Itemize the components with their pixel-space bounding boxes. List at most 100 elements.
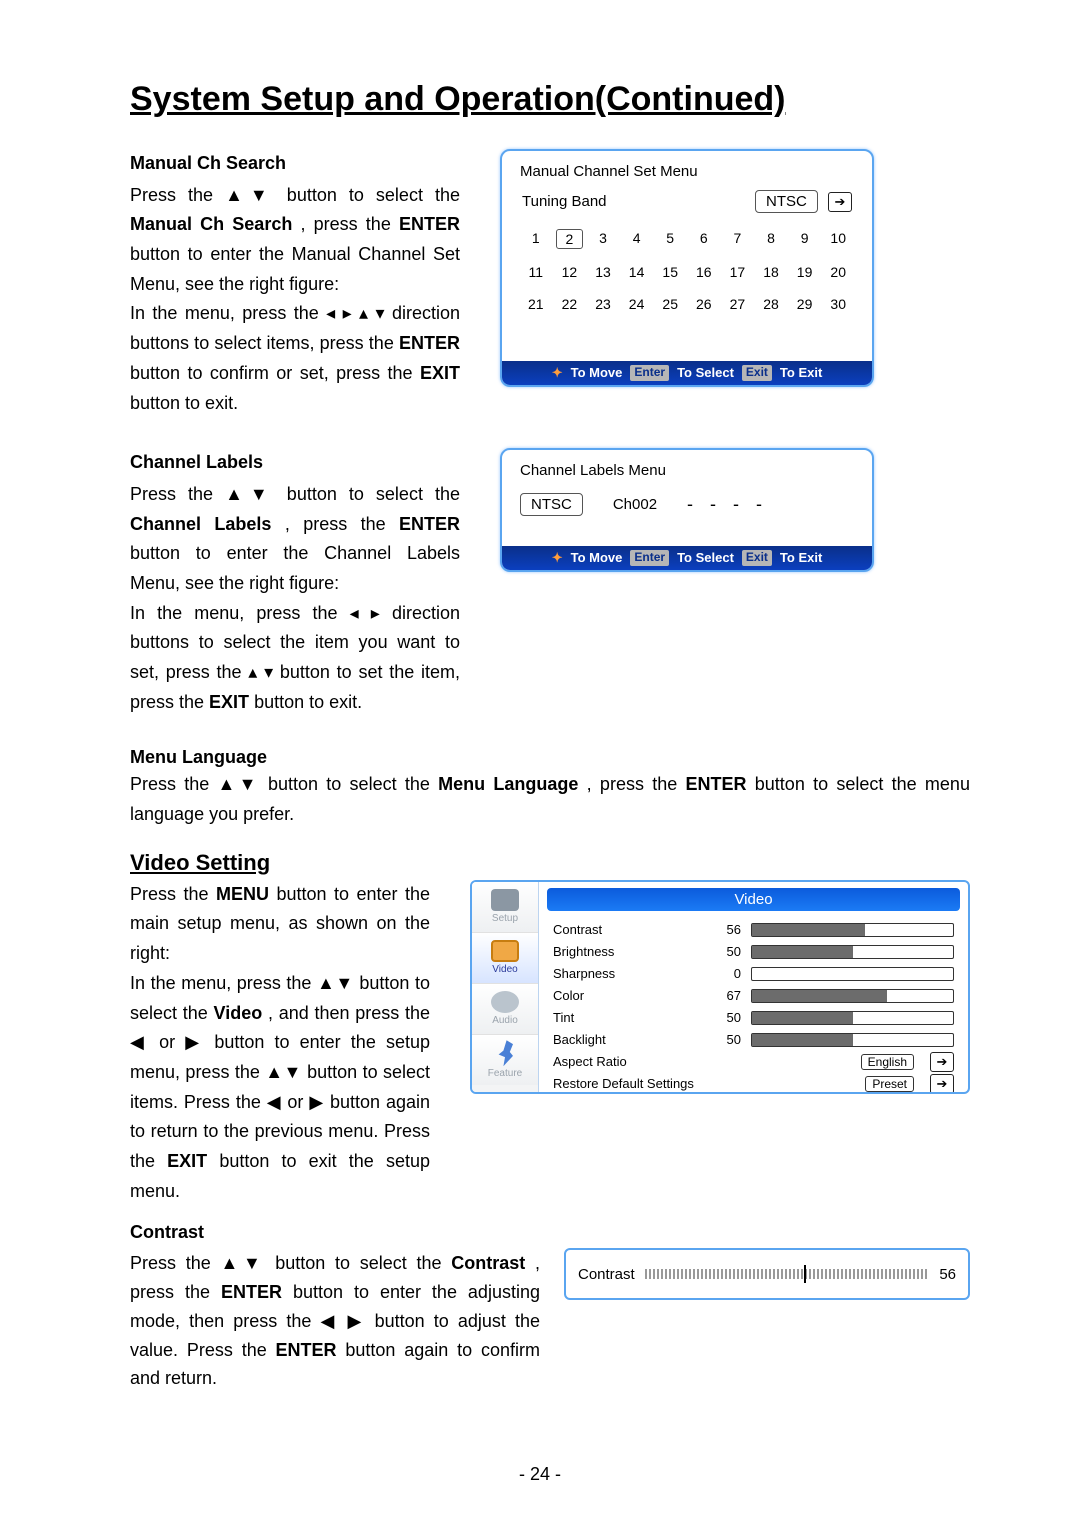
footer-enter-btn: Enter	[630, 365, 669, 381]
channel-cell[interactable]: 17	[724, 263, 752, 281]
text: Press the	[130, 884, 216, 904]
arrow-right-icon[interactable]: ➔	[930, 1074, 954, 1094]
channel-cell[interactable]: 22	[556, 295, 584, 313]
video-setting-row[interactable]: Tint50	[553, 1007, 954, 1029]
setting-bar[interactable]	[751, 989, 954, 1003]
channel-cell[interactable]: 9	[791, 229, 819, 249]
channel-cell[interactable]: 29	[791, 295, 819, 313]
video-setting-row[interactable]: Color 67	[553, 985, 954, 1007]
manual-channel-title: Manual Channel Set Menu	[520, 163, 854, 180]
video-setting-section: Press the MENU button to enter the main …	[130, 880, 970, 1207]
channel-cell[interactable]: 8	[757, 229, 785, 249]
text-bold: EXIT	[167, 1151, 207, 1171]
aspect-ratio-row[interactable]: Aspect Ratio English ➔	[553, 1051, 954, 1073]
channel-cell[interactable]: 23	[589, 295, 617, 313]
channel-cell[interactable]: 30	[824, 295, 852, 313]
channel-cell[interactable]: 6	[690, 229, 718, 249]
manual-ch-section: Manual Ch Search Press the ▲▼ button to …	[130, 149, 970, 418]
setting-bar[interactable]	[751, 945, 954, 959]
channel-cell[interactable]: 16	[690, 263, 718, 281]
channel-cell[interactable]: 4	[623, 229, 651, 249]
setting-value: 50	[713, 944, 741, 959]
video-setting-row[interactable]: Brightness50	[553, 941, 954, 963]
channel-labels-heading: Channel Labels	[130, 448, 460, 478]
tab-label: Video	[492, 964, 517, 975]
text: button to confirm or set, press the	[130, 363, 420, 383]
channel-cell[interactable]: 11	[522, 263, 550, 281]
channel-cell[interactable]: 10	[824, 229, 852, 249]
video-settings-list: Contrast56Brightness50Sharpness0 Color 67 T…	[539, 919, 968, 1094]
setting-label: Color	[553, 988, 703, 1003]
channel-cell[interactable]: 24	[623, 295, 651, 313]
tuning-band-value[interactable]: NTSC	[755, 190, 818, 213]
text: , and then press the ◀ or ▶ button to en…	[130, 1003, 430, 1171]
channel-cell[interactable]: 7	[724, 229, 752, 249]
restore-row[interactable]: Restore Default SettingsPreset➔	[553, 1073, 954, 1094]
channel-cell[interactable]: 12	[556, 263, 584, 281]
setting-bar[interactable]	[751, 923, 954, 937]
text: button to enter the Channel Labels Menu,…	[130, 543, 460, 593]
tab-video[interactable]: Video	[472, 933, 538, 984]
wrench-icon	[497, 1040, 513, 1066]
cl-band[interactable]: NTSC	[520, 493, 583, 516]
channel-cell[interactable]: 5	[656, 229, 684, 249]
arrow-right-icon[interactable]: ➔	[930, 1052, 954, 1072]
video-setting-row[interactable]: Backlight50	[553, 1029, 954, 1051]
text: Press the ▲▼ button to select the	[130, 185, 460, 205]
channel-grid[interactable]: 1234567891011121314151617181920212223242…	[522, 229, 852, 313]
setting-label: Aspect Ratio	[553, 1054, 703, 1069]
tab-audio[interactable]: Audio	[472, 984, 538, 1035]
setting-bar[interactable]	[751, 1011, 954, 1025]
footer-select: To Select	[677, 365, 734, 381]
video-panel-title: Video	[547, 888, 960, 911]
channel-cell[interactable]: 27	[724, 295, 752, 313]
slider-thumb-icon[interactable]	[804, 1265, 806, 1283]
tab-label: Setup	[492, 913, 518, 924]
setting-value: 50	[713, 1010, 741, 1025]
arrow-right-icon[interactable]: ➔	[828, 192, 852, 212]
text-bold: Channel Labels	[130, 514, 271, 534]
video-settings-panel: Setup Video Audio Feature Video Contrast…	[470, 880, 970, 1094]
channel-labels-section: Channel Labels Press the ▲▼ button to se…	[130, 448, 970, 717]
video-setting-heading: Video Setting	[130, 850, 970, 876]
setting-bar[interactable]	[751, 967, 954, 981]
video-setting-row[interactable]: Sharpness0	[553, 963, 954, 985]
text-bold: Manual Ch Search	[130, 214, 292, 234]
tab-setup[interactable]: Setup	[472, 882, 538, 933]
channel-cell[interactable]: 18	[757, 263, 785, 281]
channel-cell[interactable]: 15	[656, 263, 684, 281]
contrast-bar-value: 56	[939, 1266, 956, 1283]
cl-label[interactable]: - - - -	[687, 494, 768, 515]
tab-feature[interactable]: Feature	[472, 1035, 538, 1085]
text-bold: EXIT	[209, 692, 249, 712]
text: , press the	[285, 514, 399, 534]
contrast-heading: Contrast	[130, 1218, 540, 1247]
option-box[interactable]: English	[861, 1054, 914, 1070]
channel-cell[interactable]: 2	[556, 229, 584, 249]
channel-cell[interactable]: 1	[522, 229, 550, 249]
cl-channel: Ch002	[613, 496, 657, 513]
channel-cell[interactable]: 26	[690, 295, 718, 313]
channel-cell[interactable]: 3	[589, 229, 617, 249]
channel-cell[interactable]: 20	[824, 263, 852, 281]
setting-label: Sharpness	[553, 966, 703, 981]
channel-cell[interactable]: 25	[656, 295, 684, 313]
video-tabs[interactable]: Setup Video Audio Feature	[472, 882, 539, 1092]
video-setting-row[interactable]: Contrast56	[553, 919, 954, 941]
channel-cell[interactable]: 21	[522, 295, 550, 313]
setting-bar[interactable]	[751, 1033, 954, 1047]
text: button to exit.	[254, 692, 362, 712]
channel-cell[interactable]: 28	[757, 295, 785, 313]
setting-value: 67	[713, 988, 741, 1003]
contrast-adjust-panel[interactable]: Contrast 56	[564, 1248, 970, 1300]
page-number: - 24 -	[0, 1464, 1080, 1485]
manual-ch-heading: Manual Ch Search	[130, 149, 460, 179]
contrast-slider[interactable]	[645, 1269, 930, 1279]
channel-cell[interactable]: 14	[623, 263, 651, 281]
channel-cell[interactable]: 19	[791, 263, 819, 281]
text-bold: ENTER	[276, 1340, 337, 1360]
option-box[interactable]: Preset	[865, 1076, 914, 1092]
move-icon: ✦	[552, 365, 563, 381]
text-bold: ENTER	[221, 1282, 282, 1302]
channel-cell[interactable]: 13	[589, 263, 617, 281]
